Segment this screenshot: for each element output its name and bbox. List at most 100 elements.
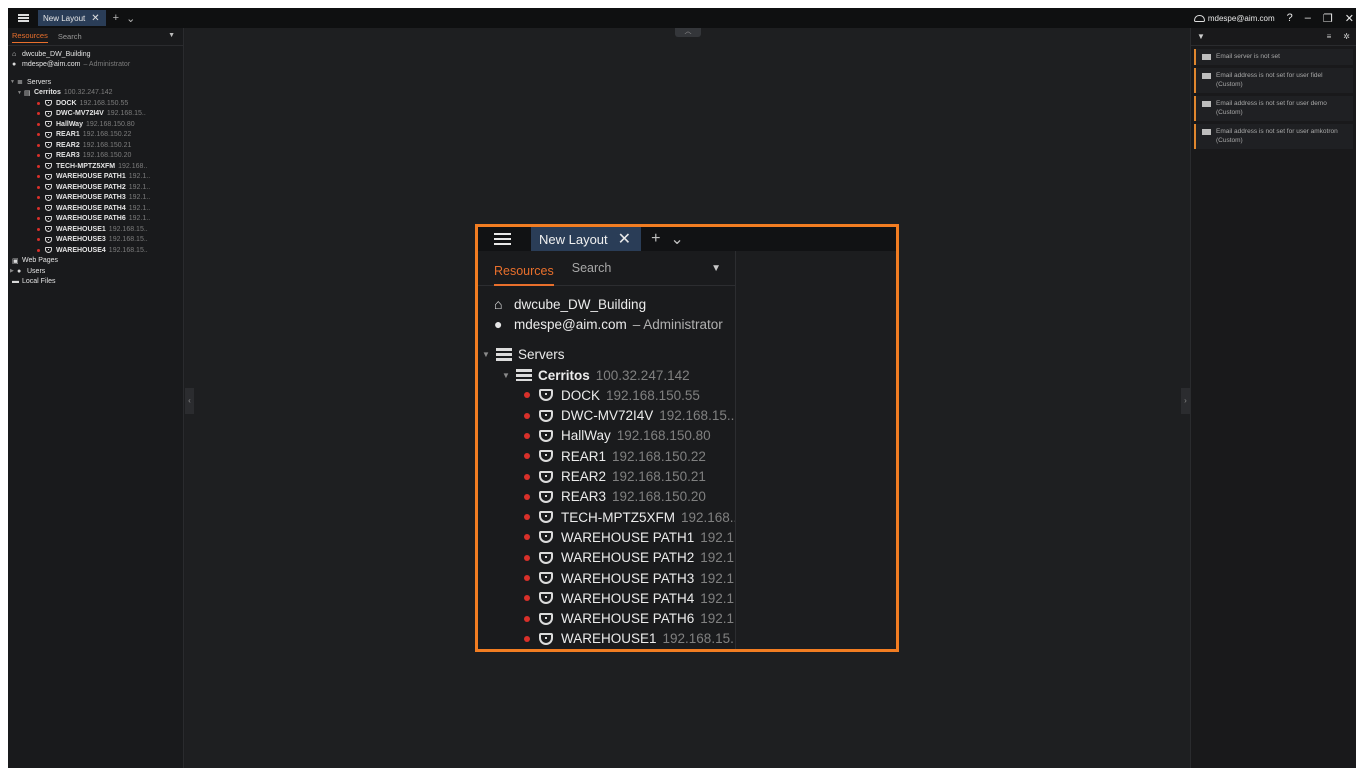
add-tab-button[interactable]: + [113, 12, 119, 24]
offline-status-dot [37, 164, 40, 168]
pin-icon[interactable]: ▼ [1197, 32, 1205, 41]
camera-item[interactable]: WAREHOUSE3192.168.15.. [478, 649, 735, 652]
current-user-item[interactable]: ● mdespe@aim.com – Administrator [8, 60, 183, 71]
site-item[interactable]: ⌂ dwcube_DW_Building [478, 294, 735, 314]
camera-icon [539, 592, 553, 605]
camera-item[interactable]: WAREHOUSE1 192.168.15.. [478, 629, 735, 649]
camera-ip: 192.1.. [128, 183, 151, 191]
notification-item[interactable]: Email address is not set for user amkotr… [1194, 124, 1353, 150]
collapse-up-handle[interactable]: ︿ [675, 28, 701, 37]
offline-status-dot [37, 122, 40, 126]
tab-search[interactable]: Search [572, 261, 612, 275]
servers-node[interactable]: ▼ ≣ Servers [8, 77, 183, 88]
tab-list-chevron-icon[interactable]: ⌄ [670, 229, 683, 249]
camera-item[interactable]: WAREHOUSE4 192.168.15.. [8, 245, 183, 256]
tab-new-layout[interactable]: New Layout ✕ [38, 10, 106, 26]
camera-item[interactable]: REAR1 192.168.150.22 [8, 130, 183, 141]
camera-icon [539, 511, 553, 524]
notification-item[interactable]: Email address is not set for user demo (… [1194, 96, 1353, 122]
tab-list-chevron-icon[interactable]: ⌄ [126, 12, 135, 25]
restore-button[interactable]: ❐ [1323, 12, 1333, 25]
folder-icon: ▬ [12, 278, 19, 286]
camera-name: WAREHOUSE PATH1 [561, 529, 695, 545]
camera-name: WAREHOUSE1 [56, 225, 106, 233]
camera-item[interactable]: DOCK 192.168.150.55 [8, 98, 183, 109]
notification-item[interactable]: Email server is not set [1194, 49, 1353, 66]
tab-close-icon[interactable]: ✕ [618, 229, 631, 249]
camera-name: WAREHOUSE3 [56, 236, 106, 244]
add-tab-button[interactable]: + [651, 230, 660, 248]
pin-icon[interactable]: ▼ [711, 263, 721, 274]
camera-item[interactable]: REAR3 192.168.150.20 [8, 151, 183, 162]
camera-item[interactable]: DOCK 192.168.150.55 [478, 385, 735, 405]
hamburger-icon[interactable] [494, 233, 511, 245]
tab-close-icon[interactable]: ✕ [91, 13, 99, 24]
camera-item[interactable]: WAREHOUSE PATH1192.1.. [478, 527, 735, 547]
offline-status-dot [524, 554, 530, 561]
camera-name: WAREHOUSE PATH4 [561, 590, 695, 606]
user-account-button[interactable]: mdespe@aim.com [1193, 14, 1275, 23]
camera-item[interactable]: REAR3 192.168.150.20 [478, 487, 735, 507]
main-menu-button[interactable] [8, 8, 38, 28]
right-panel-handle[interactable]: › [1181, 388, 1190, 414]
servers-node[interactable]: ▼ Servers [478, 345, 735, 365]
camera-item[interactable]: HallWay 192.168.150.80 [478, 426, 735, 446]
camera-item[interactable]: WAREHOUSE PATH2192.1.. [8, 182, 183, 193]
offline-status-dot [37, 112, 40, 116]
left-panel-handle[interactable]: ‹ [185, 388, 194, 414]
minimize-button[interactable]: – [1305, 12, 1311, 24]
pin-icon[interactable]: ▼ [168, 32, 175, 39]
notification-text: Email address is not set for user demo (… [1216, 100, 1327, 116]
current-user-item[interactable]: ● mdespe@aim.com – Administrator [478, 314, 735, 334]
local-files-node[interactable]: ▬ Local Files [8, 277, 183, 288]
camera-item[interactable]: WAREHOUSE PATH1192.1.. [8, 172, 183, 183]
expand-arrow-icon: ▼ [10, 79, 15, 86]
site-item[interactable]: ⌂ dwcube_DW_Building [8, 49, 183, 60]
gear-icon[interactable]: ✲ [1343, 32, 1350, 41]
camera-item[interactable]: DWC-MV72I4V 192.168.15.. [8, 109, 183, 120]
camera-name: WAREHOUSE PATH6 [561, 611, 695, 627]
camera-item[interactable]: WAREHOUSE3192.168.15.. [8, 235, 183, 246]
camera-ip: 192.1.. [128, 215, 151, 223]
camera-icon [45, 236, 52, 243]
server-node[interactable]: ▼ ▤ Cerritos 100.32.247.142 [8, 88, 183, 99]
help-button[interactable]: ? [1287, 12, 1293, 24]
camera-icon [45, 247, 52, 254]
tab-label: New Layout [539, 231, 608, 247]
tab-resources[interactable]: Resources [12, 31, 48, 43]
tab-new-layout[interactable]: New Layout ✕ [531, 227, 642, 251]
site-name: dwcube_DW_Building [22, 50, 91, 58]
camera-item[interactable]: TECH-MPTZ5XFM 192.168.. [478, 507, 735, 527]
offline-status-dot [37, 217, 40, 221]
tab-resources[interactable]: Resources [494, 256, 554, 286]
camera-item[interactable]: WAREHOUSE PATH4192.1.. [8, 203, 183, 214]
camera-ip: 192.168.150.20 [82, 152, 132, 160]
camera-name: REAR2 [56, 141, 80, 149]
camera-item[interactable]: WAREHOUSE1 192.168.15.. [8, 224, 183, 235]
camera-item[interactable]: REAR2 192.168.150.21 [8, 140, 183, 151]
camera-item[interactable]: WAREHOUSE PATH6192.1.. [8, 214, 183, 225]
users-node[interactable]: ▶ ● Users [8, 266, 183, 277]
filter-list-icon[interactable]: ≡ [1327, 32, 1332, 41]
camera-item[interactable]: DWC-MV72I4V 192.168.15.. [478, 405, 735, 425]
camera-item[interactable]: WAREHOUSE PATH6192.1.. [478, 608, 735, 628]
camera-item[interactable]: WAREHOUSE PATH2192.1.. [478, 548, 735, 568]
servers-label: Servers [518, 347, 565, 363]
camera-ip: 192.1.. [128, 194, 151, 202]
camera-name: REAR1 [56, 131, 80, 139]
camera-item[interactable]: WAREHOUSE PATH3192.1.. [8, 193, 183, 204]
server-node[interactable]: ▼ Cerritos 100.32.247.142 [478, 365, 735, 385]
camera-item[interactable]: TECH-MPTZ5XFM 192.168.. [8, 161, 183, 172]
camera-item[interactable]: REAR2 192.168.150.21 [478, 466, 735, 486]
camera-item[interactable]: WAREHOUSE PATH4192.1.. [478, 588, 735, 608]
notification-item[interactable]: Email address is not set for user fidel … [1194, 68, 1353, 94]
camera-item[interactable]: HallWay 192.168.150.80 [8, 119, 183, 130]
tab-search[interactable]: Search [58, 32, 82, 41]
close-button[interactable]: ✕ [1345, 12, 1354, 25]
offline-status-dot [524, 635, 530, 642]
camera-item[interactable]: WAREHOUSE PATH3192.1.. [478, 568, 735, 588]
camera-icon [539, 612, 553, 625]
camera-item[interactable]: REAR1 192.168.150.22 [478, 446, 735, 466]
camera-ip: 192.1.. [128, 173, 151, 181]
web-pages-node[interactable]: ▣ Web Pages [8, 256, 183, 267]
